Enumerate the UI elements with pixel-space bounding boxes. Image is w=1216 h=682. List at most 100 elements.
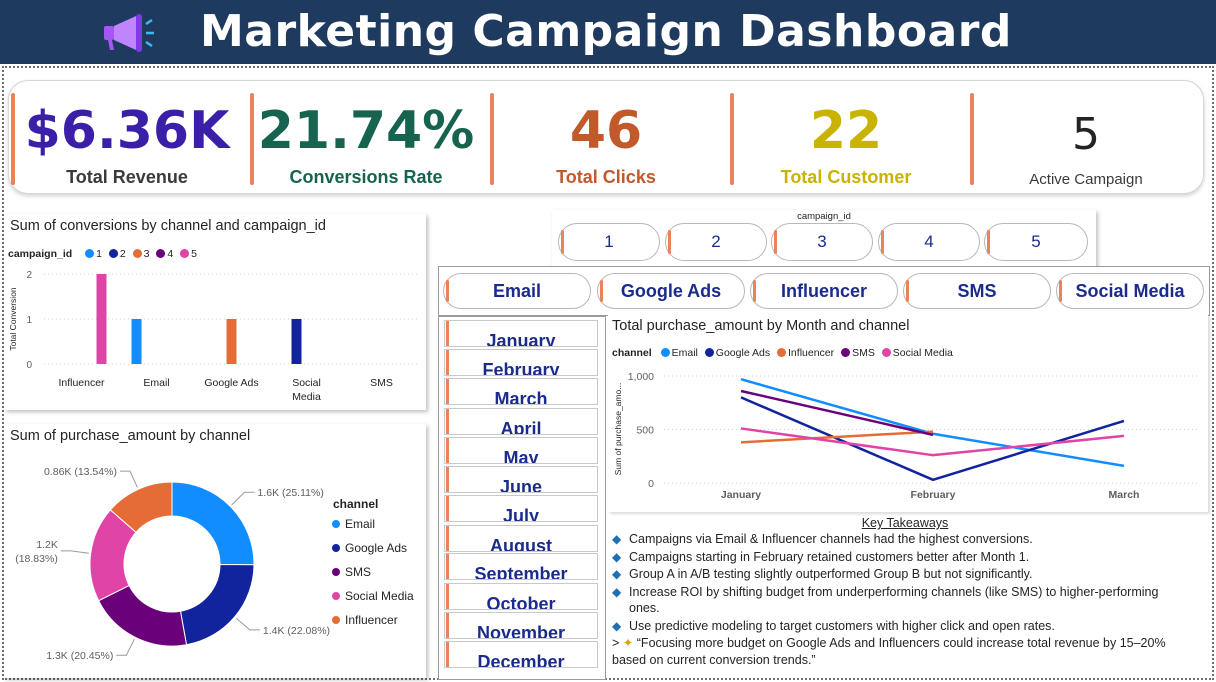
takeaway-item: ◆ Increase ROI by shifting budget from un… xyxy=(612,584,1192,617)
month-item-october[interactable]: October xyxy=(444,583,598,610)
month-item-june[interactable]: June xyxy=(444,466,598,493)
x-tick-label: Email xyxy=(143,377,169,389)
campaign-slicer: campaign_id 1 2 3 4 5 xyxy=(552,210,1096,268)
kpi-value: 46 xyxy=(569,101,643,161)
leader-line xyxy=(231,491,255,506)
x-tick-label: Social xyxy=(292,377,321,389)
month-item-november[interactable]: November xyxy=(444,612,598,639)
bar-chart-plot: 0 1 2 Total Conversion Influencer Email Google… xyxy=(8,270,419,403)
bar xyxy=(291,319,302,364)
purchase-line-chart[interactable]: Total purchase_amount by Month and chann… xyxy=(608,314,1208,512)
y-tick-label: 1,000 xyxy=(628,371,654,383)
legend-entry: Social Media xyxy=(345,589,414,603)
takeaway-text: Campaigns via Email & Influencer channel… xyxy=(629,532,1033,546)
kpi-value: 5 xyxy=(1072,109,1100,160)
legend-dot xyxy=(332,520,340,528)
kpi-total-customer[interactable]: 22 Total Customer xyxy=(730,89,962,189)
dashboard-root: Marketing Campaign Dashboard $6.36K Tota… xyxy=(0,0,1216,682)
legend-dot xyxy=(332,568,340,576)
x-tick-label: Media xyxy=(292,391,321,403)
diamond-bullet-icon: ◆ xyxy=(612,584,622,599)
month-item-may[interactable]: May xyxy=(444,437,598,464)
y-axis-title: Total Conversion xyxy=(8,287,18,351)
leader-line xyxy=(235,617,260,631)
legend-title: campaign_id xyxy=(8,248,73,260)
campaign-pill-1[interactable]: 1 xyxy=(558,223,660,261)
kpi-active-campaign[interactable]: 5 Active Campaign xyxy=(970,89,1202,189)
donut-chart-plot: 1.6K (25.11%) 1.4K (22.08%) 1.3K (20.45%) 1… xyxy=(15,466,414,662)
channel-pill-google-ads[interactable]: Google Ads xyxy=(597,273,745,309)
campaign-pill-2[interactable]: 2 xyxy=(665,223,767,261)
month-item-september[interactable]: September xyxy=(444,553,598,580)
month-item-january[interactable]: January xyxy=(444,320,598,347)
y-tick-label: 0 xyxy=(26,360,32,371)
line-chart-plot: 0 500 1,000 Sum of purchase_amo... January Fe… xyxy=(613,371,1198,501)
month-item-april[interactable]: April xyxy=(444,408,598,435)
diamond-bullet-icon: ◆ xyxy=(612,567,622,581)
legend-dot xyxy=(85,248,95,258)
x-tick-label: SMS xyxy=(370,377,393,389)
takeaway-item: ◆ Group A in A/B testing slightly outperf… xyxy=(612,566,1192,583)
slicer-title: campaign_id xyxy=(797,211,851,222)
legend-entry: 1 xyxy=(96,248,102,260)
channel-pill-social-media[interactable]: Social Media xyxy=(1056,273,1204,309)
purchase-donut-chart[interactable]: Sum of purchase_amount by channel 1.6K (… xyxy=(4,424,426,678)
channel-pill-influencer[interactable]: Influencer xyxy=(750,273,898,309)
campaign-pill-3[interactable]: 3 xyxy=(771,223,873,261)
leader-line xyxy=(119,470,138,488)
y-tick-label: 2 xyxy=(26,270,32,281)
legend-title: channel xyxy=(333,497,378,511)
kpi-total-revenue[interactable]: $6.36K Total Revenue xyxy=(11,89,243,189)
slice-label: 1.4K (22.08%) xyxy=(263,625,330,637)
bar xyxy=(96,274,107,364)
month-item-march[interactable]: March xyxy=(444,378,598,405)
kpi-label: Conversions Rate xyxy=(289,167,443,187)
x-tick-label: Influencer xyxy=(58,377,105,389)
month-item-february[interactable]: February xyxy=(444,349,598,376)
kpi-label: Total Customer xyxy=(780,167,912,187)
conversions-bar-chart[interactable]: Sum of conversions by channel and campai… xyxy=(4,214,426,410)
key-takeaways: Key Takeaways ◆ Campaigns via Email & Inf… xyxy=(612,516,1192,668)
channel-pill-sms[interactable]: SMS xyxy=(903,273,1051,309)
x-tick-label: February xyxy=(911,489,956,501)
x-tick-label: Google Ads xyxy=(204,377,258,389)
chart-title: Sum of conversions by channel and campai… xyxy=(10,218,326,234)
legend-entry: Google Ads xyxy=(345,541,407,555)
takeaway-text: Group A in A/B testing slightly outperfo… xyxy=(629,567,1033,581)
y-tick-label: 0 xyxy=(648,478,654,490)
takeaway-quote: > ✦ “Focusing more budget on Google Ads … xyxy=(612,635,1192,668)
kpi-label: Total Revenue xyxy=(66,167,188,187)
takeaways-title: Key Takeaways xyxy=(861,516,949,530)
legend-entry: Email xyxy=(345,517,375,531)
slice-label: 1.6K (25.11%) xyxy=(257,487,323,499)
slice-label: 1.2K xyxy=(36,539,58,551)
month-item-july[interactable]: July xyxy=(444,495,598,522)
slice-label: 0.86K (13.54%) xyxy=(44,466,117,478)
takeaway-text: Use predictive modeling to target custom… xyxy=(629,618,1055,633)
campaign-pill-5[interactable]: 5 xyxy=(984,223,1088,261)
channel-slicer: Email Google Ads Influencer SMS Social M… xyxy=(438,266,1210,316)
kpi-strip: $6.36K Total Revenue 21.74% Conversions … xyxy=(8,80,1204,194)
leader-line xyxy=(60,550,89,554)
campaign-pill-4[interactable]: 4 xyxy=(878,223,980,261)
channel-pill-email[interactable]: Email xyxy=(443,273,591,309)
legend-dot xyxy=(332,544,340,552)
kpi-total-clicks[interactable]: 46 Total Clicks xyxy=(490,89,722,189)
y-tick-label: 1 xyxy=(26,315,32,326)
x-tick-label: March xyxy=(1109,489,1140,501)
kpi-label: Total Clicks xyxy=(556,167,656,187)
month-item-december[interactable]: December xyxy=(444,641,598,668)
donut-slice xyxy=(179,563,255,646)
x-tick-label: January xyxy=(721,489,761,501)
bar xyxy=(226,319,237,364)
legend-dot xyxy=(132,248,142,258)
diamond-bullet-icon: ◆ xyxy=(612,532,622,546)
legend-dot xyxy=(156,248,166,258)
kpi-conversion-rate[interactable]: 21.74% Conversions Rate xyxy=(250,89,482,189)
month-item-august[interactable]: August xyxy=(444,525,598,552)
slice-label: (18.83%) xyxy=(15,553,58,565)
legend-dot xyxy=(332,616,340,624)
kpi-value: 22 xyxy=(809,101,883,161)
y-tick-label: 500 xyxy=(636,425,654,437)
legend-dot xyxy=(180,248,190,258)
